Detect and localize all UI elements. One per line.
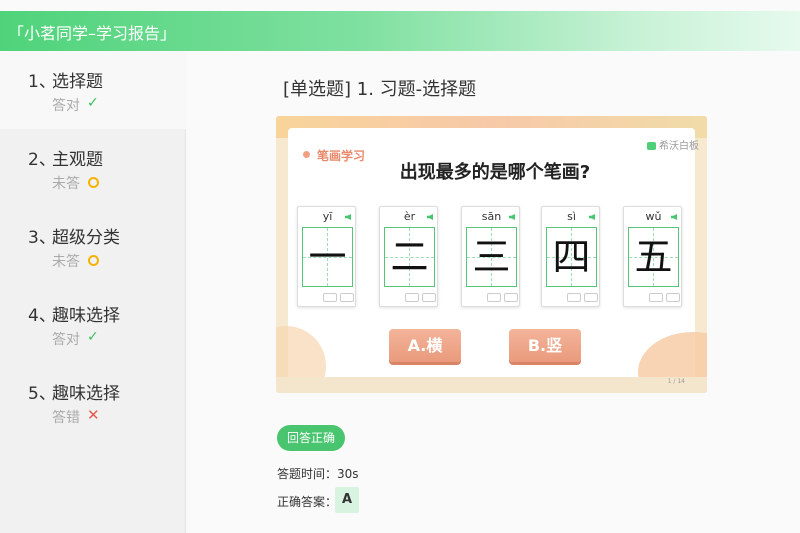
question-heading: [单选题] 1. 习题-选择题 [283, 79, 477, 100]
character-card: sì 四 [541, 206, 600, 307]
cross-icon: ✕ [87, 406, 100, 424]
sidebar-item-3[interactable]: 3、 超级分类 未答 [0, 207, 186, 285]
circle-icon [88, 177, 99, 188]
check-icon: ✓ [87, 95, 99, 111]
character-glyph: 一 [308, 235, 347, 279]
circle-icon [88, 255, 99, 266]
card-button[interactable] [323, 293, 337, 302]
option-b-button[interactable]: B.竖 [509, 329, 581, 362]
sidebar-item-5[interactable]: 5、 趣味选择 答错 ✕ [0, 363, 186, 441]
answer-time: 答题时间：30s [277, 467, 359, 481]
result-badge: 回答正确 [277, 425, 345, 451]
tianzige-grid: 三 [466, 227, 517, 287]
option-a-button[interactable]: A.横 [389, 329, 461, 362]
card-button[interactable] [422, 293, 436, 302]
question-title: 超级分类 [52, 228, 120, 248]
character-glyph: 五 [634, 235, 673, 279]
question-status: 答对 [52, 98, 80, 114]
slide-question: 出现最多的是哪个笔画? [399, 162, 591, 183]
character-card: wǔ 五 [623, 206, 682, 307]
character-glyph: 三 [472, 235, 511, 279]
question-status: 答错 [52, 410, 80, 426]
slide-toolbar [276, 377, 707, 393]
question-title: 趣味选择 [52, 306, 120, 326]
page-indicator: 1 / 14 [667, 378, 685, 385]
tianzige-grid: 二 [384, 227, 435, 287]
card-button[interactable] [666, 293, 680, 302]
question-status: 未答 [52, 176, 80, 192]
report-header: 「小茗同学–学习报告」 [0, 11, 800, 51]
character-glyph: 二 [390, 235, 429, 279]
character-card: èr 二 [379, 206, 438, 307]
sidebar-item-1[interactable]: 1、 选择题 答对 ✓ [0, 51, 186, 129]
card-button[interactable] [405, 293, 419, 302]
brand-label: 希沃白板 [647, 137, 699, 152]
check-icon: ✓ [87, 329, 99, 345]
character-glyph: 四 [552, 235, 591, 279]
question-status: 答对 [52, 332, 80, 348]
question-title: 主观题 [52, 150, 103, 170]
report-title: 「小茗同学–学习报告」 [8, 24, 177, 43]
character-card: sān 三 [461, 206, 520, 307]
card-button[interactable] [649, 293, 663, 302]
correct-answer-label: 正确答案： [277, 495, 338, 509]
card-button[interactable] [584, 293, 598, 302]
question-title: 趣味选择 [52, 384, 120, 404]
correct-answer-value: A [335, 487, 359, 513]
brand-text: 希沃白板 [659, 141, 699, 152]
question-title: 选择题 [52, 72, 103, 92]
question-status: 未答 [52, 254, 80, 270]
tianzige-grid: 四 [546, 227, 597, 287]
brand-logo-icon [647, 142, 656, 150]
character-card: yī 一 [297, 206, 356, 307]
tianzige-grid: 五 [628, 227, 679, 287]
sidebar-item-4[interactable]: 4、 趣味选择 答对 ✓ [0, 285, 186, 363]
card-button[interactable] [487, 293, 501, 302]
tianzige-grid: 一 [302, 227, 353, 287]
sidebar-item-2[interactable]: 2、 主观题 未答 [0, 129, 186, 207]
card-button[interactable] [567, 293, 581, 302]
card-button[interactable] [340, 293, 354, 302]
card-button[interactable] [504, 293, 518, 302]
tag-dot-icon [303, 151, 310, 158]
